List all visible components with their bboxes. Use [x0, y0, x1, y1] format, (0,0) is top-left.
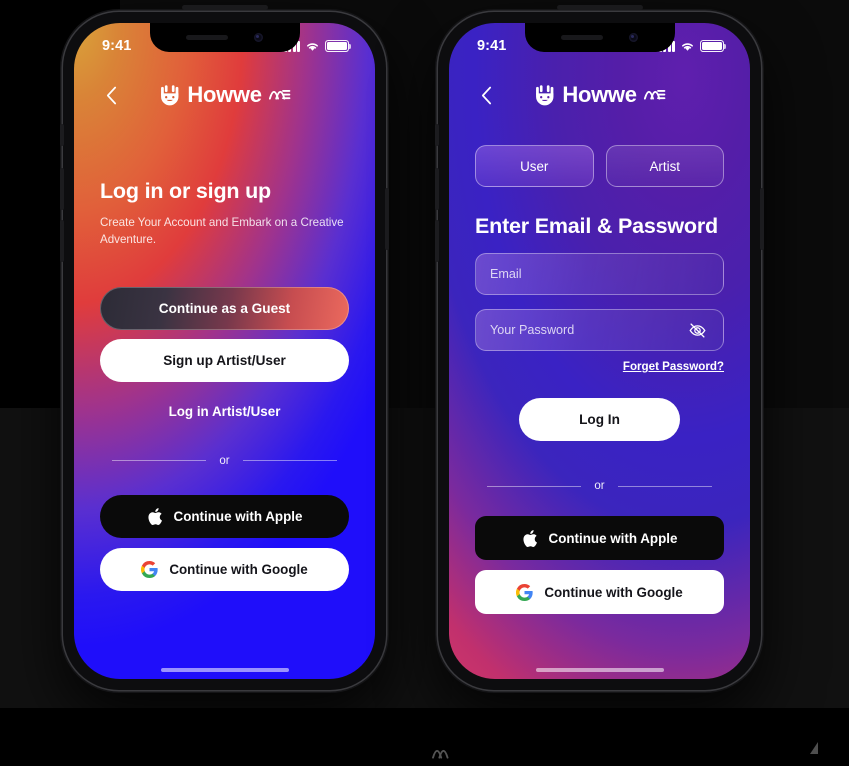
eye-off-icon[interactable]	[685, 318, 709, 342]
google-button-label: Continue with Google	[169, 561, 308, 577]
battery-full-icon	[700, 40, 727, 52]
apple-button-label: Continue with Apple	[548, 530, 678, 546]
or-divider: or	[100, 455, 349, 467]
continue-as-guest-button[interactable]: Continue as a Guest	[100, 286, 349, 330]
brand-name: Howwe	[562, 82, 637, 107]
speaker-icon	[186, 35, 228, 40]
sound-wave-icon	[268, 89, 291, 100]
screenshot-canvas: 9:41 Howwe Log in or sign up Create Your…	[0, 0, 849, 766]
log-in-button[interactable]: Log In	[519, 398, 680, 441]
front-camera-icon	[629, 33, 638, 42]
password-field[interactable]: Your Password	[475, 309, 724, 351]
continue-with-apple-button[interactable]: Continue with Apple	[475, 516, 724, 560]
page-subtitle: Create Your Account and Embark on a Crea…	[100, 216, 344, 246]
divider-label: or	[594, 480, 605, 492]
password-placeholder: Your Password	[490, 323, 575, 337]
silent-switch[interactable]	[435, 124, 439, 146]
earpiece-slot	[556, 5, 643, 10]
google-logo-icon	[516, 583, 533, 601]
divider-line-right	[242, 460, 338, 462]
apple-button-label: Continue with Apple	[173, 508, 303, 524]
log-in-link[interactable]: Log in Artist/User	[100, 404, 349, 419]
back-button[interactable]	[96, 80, 126, 110]
front-camera-icon	[254, 33, 263, 42]
tab-user[interactable]: User	[475, 145, 594, 187]
wifi-icon	[307, 42, 318, 51]
divider-label: or	[219, 454, 230, 467]
login-button-wrap: Log In	[475, 398, 724, 441]
continue-with-apple-button[interactable]: Continue with Apple	[100, 494, 349, 538]
brand-logo: Howwe	[158, 82, 291, 107]
right-content: User Artist Enter Email & Password Email…	[449, 123, 750, 679]
home-indicator[interactable]	[160, 668, 289, 672]
power-button[interactable]	[385, 188, 389, 250]
left-app-bar: Howwe	[74, 67, 375, 123]
right-phone-screen: 9:41 Howwe User Artist Enter Email & Pas…	[449, 23, 750, 679]
brand-wordmark: Howwe	[562, 82, 637, 107]
divider-line-left	[487, 485, 582, 487]
volume-down-button[interactable]	[60, 220, 64, 262]
page-title: Log in or sign up	[100, 179, 271, 203]
sound-wave-watermark-icon	[432, 749, 449, 759]
status-time: 9:41	[477, 38, 507, 54]
left-phone-screen: 9:41 Howwe Log in or sign up Create Your…	[74, 23, 375, 679]
page-title: Enter Email & Password	[475, 214, 718, 238]
email-field[interactable]: Email	[475, 253, 724, 295]
google-logo-icon	[141, 560, 158, 578]
tab-artist[interactable]: Artist	[605, 145, 724, 187]
apple-logo-icon	[147, 507, 163, 526]
notch	[149, 23, 300, 52]
brand-logo: Howwe	[533, 82, 666, 107]
google-button-label: Continue with Google	[544, 584, 683, 600]
forgot-password-link[interactable]: Forget Password?	[623, 360, 724, 373]
volume-up-button[interactable]	[60, 168, 64, 210]
or-divider: or	[475, 480, 724, 492]
home-indicator[interactable]	[535, 668, 664, 672]
divider-line-left	[112, 460, 207, 462]
email-placeholder: Email	[490, 267, 522, 281]
right-phone-mockup: 9:41 Howwe User Artist Enter Email & Pas…	[435, 5, 764, 690]
power-button[interactable]	[760, 188, 764, 250]
continue-with-google-button[interactable]: Continue with Google	[475, 570, 724, 614]
left-content: Log in or sign up Create Your Account an…	[74, 123, 375, 679]
rock-on-hand-icon	[535, 85, 553, 106]
volume-up-button[interactable]	[435, 168, 439, 210]
forgot-password-row: Forget Password?	[475, 360, 724, 373]
divider-line-right	[617, 485, 713, 487]
volume-down-button[interactable]	[435, 220, 439, 262]
earpiece-slot	[181, 5, 268, 10]
left-phone-mockup: 9:41 Howwe Log in or sign up Create Your…	[60, 5, 389, 690]
wifi-icon	[682, 42, 693, 51]
back-button[interactable]	[471, 80, 501, 110]
sign-up-button[interactable]: Sign up Artist/User	[100, 338, 349, 382]
sound-wave-icon	[643, 89, 666, 100]
brand-name: Howwe	[187, 82, 262, 107]
continue-with-google-button[interactable]: Continue with Google	[100, 547, 349, 591]
speaker-icon	[561, 35, 603, 40]
rock-on-hand-icon	[160, 85, 178, 106]
right-app-bar: Howwe	[449, 67, 750, 123]
silent-switch[interactable]	[60, 124, 64, 146]
apple-logo-icon	[522, 529, 538, 548]
status-time: 9:41	[102, 38, 132, 54]
role-tab-group: User Artist	[475, 145, 724, 187]
brand-wordmark: Howwe	[187, 82, 262, 107]
notch	[524, 23, 675, 52]
partial-glyph-watermark-icon	[810, 742, 818, 754]
battery-full-icon	[325, 40, 352, 52]
